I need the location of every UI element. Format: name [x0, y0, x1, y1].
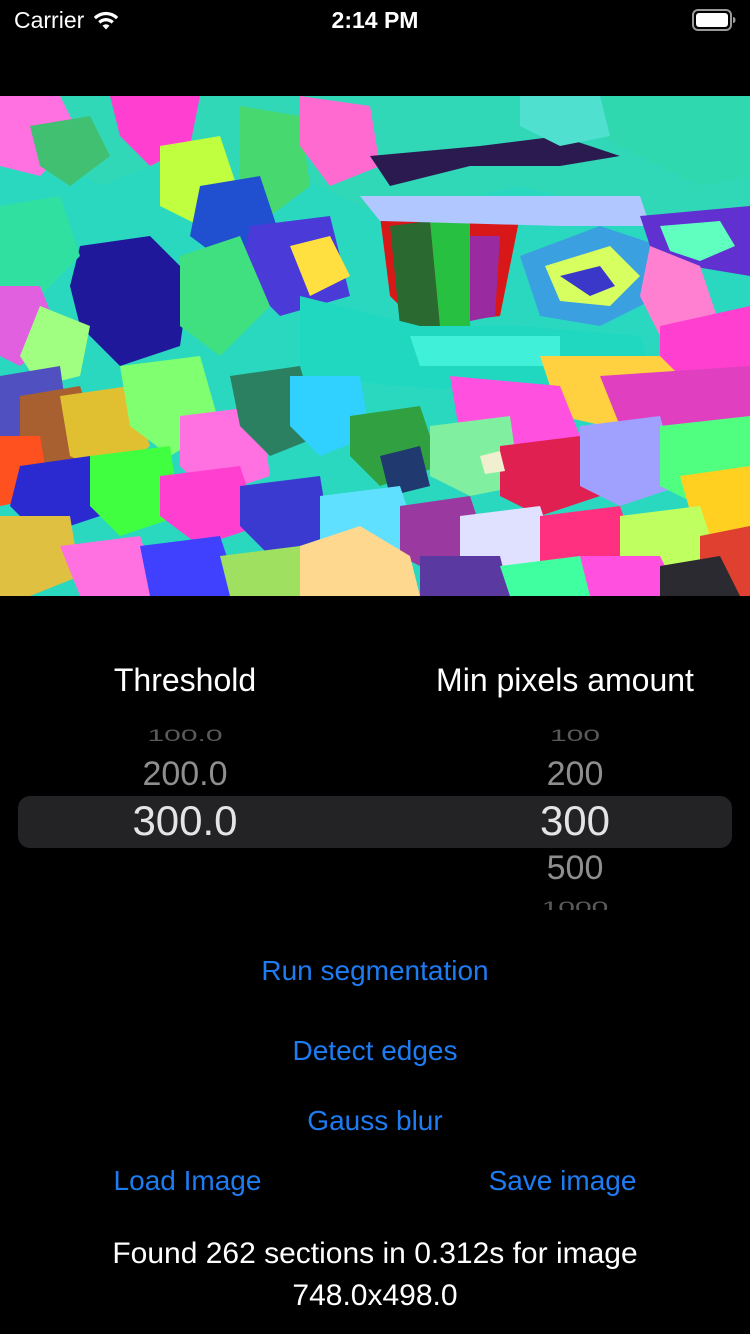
status-bar: Carrier 2:14 PM	[0, 0, 750, 40]
result-label: Found 262 sections in 0.312s for image 7…	[40, 1233, 710, 1317]
threshold-picker[interactable]: 100.0 200.0 300.0	[0, 725, 390, 910]
threshold-option[interactable]: 200.0	[0, 755, 390, 794]
min-pixels-picker[interactable]: 100 200 300 500 1000	[390, 725, 750, 910]
min-pixels-option[interactable]: 100	[390, 727, 750, 746]
min-pixels-option[interactable]: 500	[390, 849, 750, 888]
status-time: 2:14 PM	[331, 7, 419, 33]
min-pixels-option[interactable]: 200	[390, 755, 750, 794]
min-pixels-option[interactable]: 1000	[390, 899, 750, 910]
battery-icon	[692, 9, 736, 31]
load-image-button[interactable]: Load Image	[60, 1165, 315, 1197]
result-line-1: Found 262 sections in 0.312s for image	[112, 1237, 638, 1270]
gauss-blur-button[interactable]: Gauss blur	[0, 1105, 750, 1137]
result-line-2: 748.0x498.0	[292, 1279, 458, 1312]
min-pixels-selected-option[interactable]: 300	[390, 797, 750, 845]
segmented-image	[0, 96, 750, 596]
save-image-button[interactable]: Save image	[435, 1165, 690, 1197]
detect-edges-button[interactable]: Detect edges	[0, 1035, 750, 1067]
threshold-title: Threshold	[113, 662, 257, 698]
threshold-option[interactable]: 100.0	[0, 727, 390, 746]
run-segmentation-button[interactable]: Run segmentation	[0, 955, 750, 987]
segmentation-result-image	[0, 96, 750, 596]
threshold-selected-option[interactable]: 300.0	[0, 797, 390, 845]
min-pixels-title: Min pixels amount	[436, 662, 694, 698]
